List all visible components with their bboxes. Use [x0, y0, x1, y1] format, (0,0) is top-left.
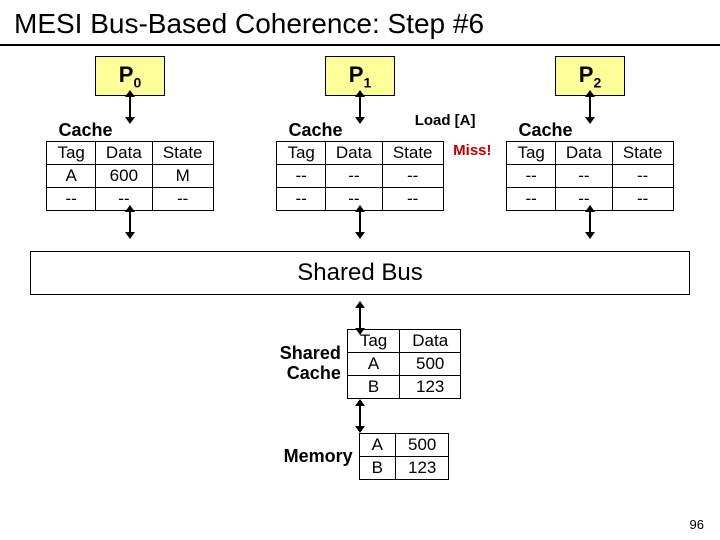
table-row: ------ — [507, 165, 673, 188]
memory-label: Memory — [271, 447, 353, 467]
processor-row: P0 Cache TagDataState A600M ------ P1 Lo… — [0, 56, 720, 233]
bus-arrow-icon — [129, 211, 131, 233]
bus-arrow-icon — [359, 96, 361, 118]
shared-cache-label: Shared Cache — [259, 344, 341, 384]
page-number: 96 — [690, 517, 704, 532]
proc-group-1: P1 Load [A] Cache TagDataState ------ --… — [260, 56, 460, 233]
bus-arrow-icon — [129, 96, 131, 118]
bus-arrow-icon — [359, 405, 361, 427]
table-row: B123 — [359, 457, 449, 480]
bus-arrow-icon — [359, 211, 361, 233]
cache-table-2: TagDataState ------ ------ — [506, 141, 673, 211]
table-row: B123 — [347, 376, 460, 399]
shared-bus: Shared Bus — [30, 251, 690, 295]
cache-label-0: Cache — [58, 120, 213, 141]
table-row: A500 — [359, 434, 449, 457]
proc-group-2: P2 Cache TagDataState ------ ------ — [490, 56, 690, 233]
table-row: ------ — [277, 165, 443, 188]
shared-cache-table: TagData A500 B123 — [347, 329, 461, 399]
proc-group-0: P0 Cache TagDataState A600M ------ — [30, 56, 230, 233]
cache-table-1: TagDataState ------ ------ — [276, 141, 443, 211]
bottom-section: Shared Cache TagData A500 B123 Memory A5… — [0, 329, 720, 480]
memory-table: A500 B123 — [359, 433, 450, 480]
miss-annotation: Miss! — [453, 142, 491, 159]
slide-title: MESI Bus-Based Coherence: Step #6 — [0, 0, 720, 46]
table-row: A500 — [347, 353, 460, 376]
load-annotation: Load [A] — [415, 112, 476, 129]
cache-table-0: TagDataState A600M ------ — [46, 141, 213, 211]
bus-arrow-icon — [359, 307, 361, 329]
table-row: A600M — [47, 165, 213, 188]
bus-arrow-icon — [589, 96, 591, 118]
cache-label-2: Cache — [518, 120, 673, 141]
bus-arrow-icon — [589, 211, 591, 233]
